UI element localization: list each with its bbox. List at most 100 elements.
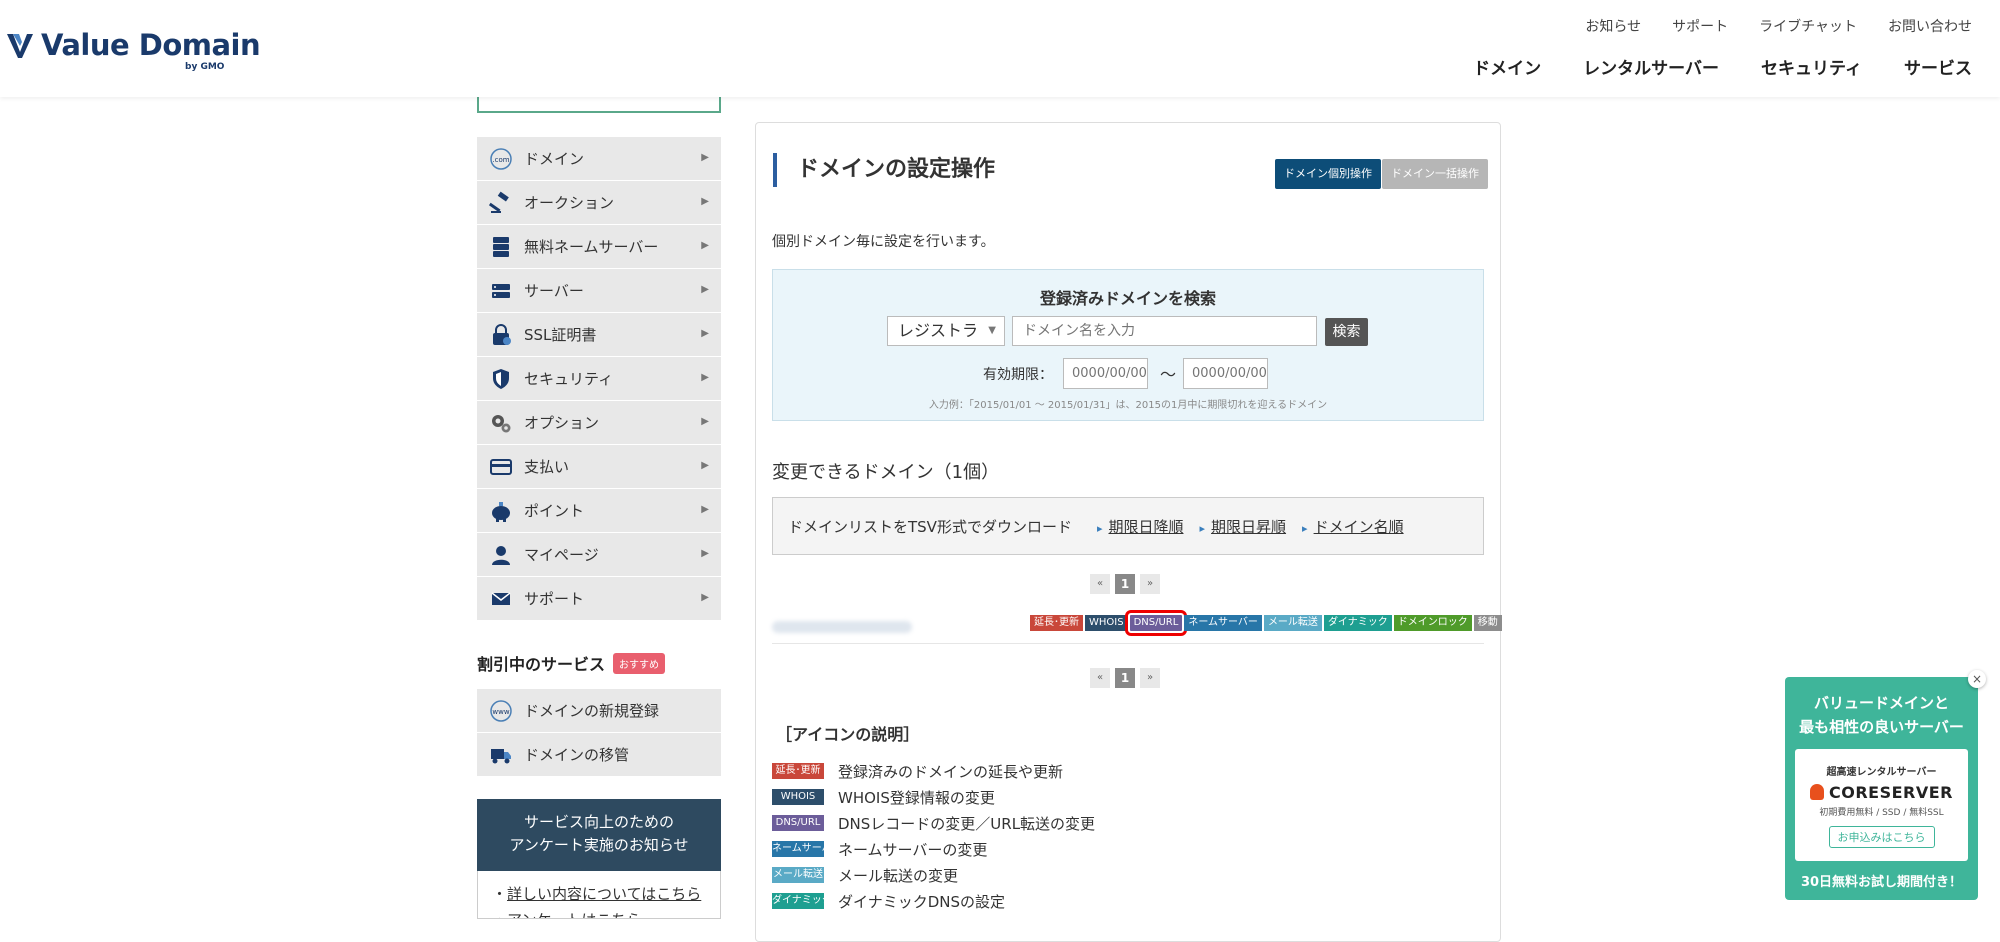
nav-security[interactable]: セキュリティ <box>1761 54 1862 79</box>
discount-item-0[interactable]: www ドメインの新規登録 <box>477 689 721 733</box>
chevron-right-icon: ▶ <box>701 504 709 515</box>
page-description: 個別ドメイン毎に設定を行います。 <box>772 234 995 250</box>
close-icon[interactable]: × <box>1968 670 1986 688</box>
sidebar-item-0[interactable]: .com ドメイン ▶ <box>477 137 721 181</box>
sidebar-item-label: ドメイン <box>524 150 585 168</box>
nav-news[interactable]: お知らせ <box>1585 16 1641 36</box>
coreserver-promo[interactable]: × バリュードメインと 最も相性の良いサーバー 超高速レンタルサーバー CORE… <box>1785 670 1986 900</box>
input-example: 入力例：「2015/01/01 ～ 2015/01/31」は、2015の1月中に… <box>928 400 1328 411</box>
promo-apply-button[interactable]: お申込みはこちら <box>1828 826 1935 848</box>
nav-live-chat[interactable]: ライブチャット <box>1759 16 1857 36</box>
tsv-domain-name-link[interactable]: ドメイン名順 <box>1302 516 1404 537</box>
discount-item-label: ドメインの新規登録 <box>524 702 660 720</box>
sidebar-item-1[interactable]: オークション ▶ <box>477 181 721 225</box>
chevron-right-icon: ▶ <box>701 416 709 427</box>
discount-item-label: ドメインの移管 <box>524 746 630 764</box>
coreserver-logo-icon <box>1810 784 1824 800</box>
domain-row: 延長･更新 WHOIS DNS/URL ネームサーバー メール転送 ダイナミック ドメインロ… <box>772 610 1502 644</box>
sidebar-item-3[interactable]: サーバー ▶ <box>477 269 721 313</box>
sidebar-item-label: マイページ <box>524 546 599 564</box>
search-title: 登録済みドメインを検索 <box>1039 289 1216 308</box>
bulk-operation-button[interactable]: ドメイン一括操作 <box>1382 159 1488 189</box>
sidebar-item-7[interactable]: 支払い ▶ <box>477 445 721 489</box>
sidebar-item-9[interactable]: マイページ ▶ <box>477 533 721 577</box>
survey-line1: サービス向上のための <box>523 813 674 831</box>
sidebar-item-4[interactable]: SSL証明書 ▶ <box>477 313 721 357</box>
sidebar-item-label: オークション <box>524 194 615 212</box>
survey-form-link[interactable]: アンケートはこちら <box>507 911 641 918</box>
domain-name-blurred[interactable] <box>772 621 912 633</box>
sidebar-search-stub <box>477 97 721 113</box>
shield-icon <box>489 367 513 391</box>
promo-heading: バリュードメインと 最も相性の良いサーバー <box>1785 691 1978 739</box>
sidebar-item-5[interactable]: セキュリティ ▶ <box>477 357 721 401</box>
nav-service[interactable]: サービス <box>1904 54 1972 79</box>
legend-tag: WHOIS <box>772 789 824 805</box>
sidebar-item-8[interactable]: ポイント ▶ <box>477 489 721 533</box>
site-header: Value Domain by GMO お知らせ サポート ライブチャット お問… <box>0 0 2000 97</box>
promo-brand-text: CORESERVER <box>1829 783 1953 802</box>
expiry-from-input[interactable] <box>1063 358 1148 389</box>
promo-footer: 30日無料お試し期間付き！ <box>1800 875 1963 890</box>
sidebar-item-2[interactable]: 無料ネームサーバー ▶ <box>477 225 721 269</box>
domain-tag-0[interactable]: 延長･更新 <box>1030 615 1083 631</box>
sidebar-item-10[interactable]: サポート ▶ <box>477 577 721 621</box>
legend-text: DNSレコードの変更／URL転送の変更 <box>838 814 1096 833</box>
promo-line1: バリュードメインと <box>1813 694 1949 712</box>
sidebar-item-6[interactable]: オプション ▶ <box>477 401 721 445</box>
discount-item-1[interactable]: ドメインの移管 <box>477 733 721 777</box>
tsv-expiry-desc-link[interactable]: 期限日降順 <box>1097 516 1183 537</box>
legend-text: メール転送の変更 <box>838 866 959 885</box>
tsv-label: ドメインリストをTSV形式でダウンロード <box>788 517 1072 536</box>
registrar-select[interactable]: レジストラ ▼ <box>887 316 1005 346</box>
domain-tag-1[interactable]: WHOIS <box>1085 615 1128 631</box>
sidebar-menu: .com ドメイン ▶ オークション ▶ 無料ネームサーバー ▶ サーバー ▶ SSL証明書 ▶ セキ… <box>477 137 721 621</box>
truck-icon <box>489 743 513 767</box>
pager-prev[interactable]: « <box>1090 668 1110 688</box>
domain-tag-2[interactable]: DNS/URL <box>1124 610 1188 636</box>
ssl-lock-icon <box>489 323 513 347</box>
pager-current[interactable]: 1 <box>1115 574 1135 594</box>
chevron-right-icon: ▶ <box>701 460 709 471</box>
legend-tag: ネームサーバー <box>772 841 842 857</box>
server-icon <box>489 279 513 303</box>
legend-row: 延長･更新 登録済みのドメインの延長や更新 <box>772 758 1095 784</box>
domain-tag-7[interactable]: 移動 <box>1473 615 1502 631</box>
domain-search-input[interactable] <box>1012 316 1317 346</box>
pager-next[interactable]: » <box>1140 574 1160 594</box>
mail-icon <box>489 587 513 611</box>
domain-search-box: 登録済みドメインを検索 レジストラ ▼ 検索 有効期限： 〜 入力例：「2015… <box>772 269 1484 421</box>
survey-links: ・詳しい内容についてはこちら ・アンケートはこちら <box>477 871 721 919</box>
legend-text: ダイナミックDNSの設定 <box>838 892 1005 911</box>
tsv-expiry-asc-link[interactable]: 期限日昇順 <box>1200 516 1286 537</box>
pager-prev[interactable]: « <box>1090 574 1110 594</box>
chevron-right-icon: ▶ <box>701 284 709 295</box>
search-button[interactable]: 検索 <box>1325 318 1368 346</box>
nav-support[interactable]: サポート <box>1672 16 1728 36</box>
legend-tag: 延長･更新 <box>772 763 824 779</box>
dotcom-icon: .com <box>489 147 513 171</box>
domain-tag-3[interactable]: ネームサーバー <box>1184 615 1262 631</box>
brand-sub: by GMO <box>185 62 225 72</box>
individual-operation-button[interactable]: ドメイン個別操作 <box>1275 159 1381 189</box>
nav-rental-server[interactable]: レンタルサーバー <box>1583 54 1719 79</box>
domain-tag-5[interactable]: ダイナミック <box>1323 615 1392 631</box>
sidebar-item-label: 無料ネームサーバー <box>524 238 659 256</box>
icon-legend-title: ［アイコンの説明］ <box>776 725 920 744</box>
expiry-to-input[interactable] <box>1183 358 1268 389</box>
domain-tag-4[interactable]: メール転送 <box>1263 615 1322 631</box>
pager-current[interactable]: 1 <box>1115 668 1135 688</box>
sidebar: .com ドメイン ▶ オークション ▶ 無料ネームサーバー ▶ サーバー ▶ SSL証明書 ▶ セキ… <box>477 97 721 919</box>
domain-tag-6[interactable]: ドメインロック <box>1393 615 1472 631</box>
survey-details-link[interactable]: 詳しい内容についてはこちら <box>507 885 701 903</box>
gavel-icon <box>488 191 513 215</box>
nav-contact[interactable]: お問い合わせ <box>1888 16 1972 36</box>
legend-text: 登録済みのドメインの延長や更新 <box>838 762 1064 781</box>
main-panel: ドメインの設定操作 ドメイン個別操作 ドメイン一括操作 個別ドメイン毎に設定を行… <box>755 122 1502 942</box>
changeable-domains-heading: 変更できるドメイン（1個） <box>772 462 1000 483</box>
brand-name: Value Domain <box>41 28 261 62</box>
nav-domain[interactable]: ドメイン <box>1473 54 1541 79</box>
legend-tag: メール転送 <box>772 867 824 883</box>
survey-banner[interactable]: サービス向上のための アンケート実施のお知らせ <box>477 799 721 871</box>
pager-next[interactable]: » <box>1140 668 1160 688</box>
